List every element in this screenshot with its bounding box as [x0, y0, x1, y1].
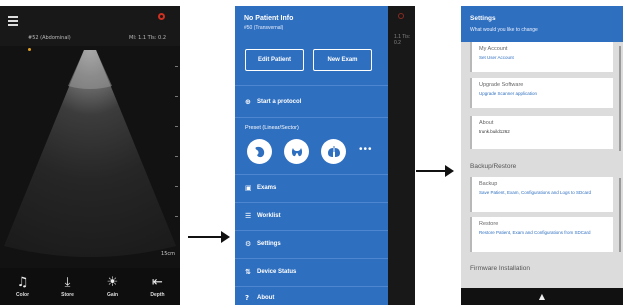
scan-top-bar: #52 (Abdominal) MI: 1.1 TIs: 0.2	[0, 6, 180, 46]
menu-item-label: Exams	[257, 185, 277, 191]
home-icon[interactable]: ▲	[539, 292, 545, 301]
card-title: About	[479, 120, 494, 126]
download-tray-icon: ⤓	[64, 275, 71, 290]
flow-arrow-right	[416, 165, 454, 177]
card-detail: Restore Patient, Exam and Configurations…	[479, 230, 591, 235]
menu-item-worklist[interactable]: ☰ Worklist	[235, 204, 388, 228]
thyroid-icon[interactable]	[284, 139, 309, 164]
gain-label: Gain	[106, 292, 119, 298]
menu-item-label: Device Status	[257, 269, 297, 275]
section-heading-firmware: Firmware Installation	[470, 265, 530, 272]
hamburger-menu-icon[interactable]	[8, 16, 18, 26]
preset-label: Preset (Linear/Sector)	[245, 125, 299, 131]
card-title: My Account	[479, 46, 508, 52]
divider	[235, 174, 388, 175]
color-label: Color	[15, 292, 30, 298]
scan-screen-behind: 1.1 Tis: 0.2	[388, 6, 415, 305]
record-indicator-icon	[158, 13, 165, 20]
color-button[interactable]: ♫ Color	[5, 275, 41, 298]
ultrasound-image[interactable]	[0, 46, 180, 268]
help-icon: ?	[245, 294, 250, 302]
depth-scale	[175, 66, 178, 246]
about-card[interactable]: About trunk.build1262	[470, 116, 613, 149]
scan-controls-bar: ♫ Color ⤓ Store ☀ Gain ⇤ Depth	[0, 268, 180, 305]
patient-title: No Patient Info	[244, 15, 294, 22]
edit-patient-button[interactable]: Edit Patient	[245, 49, 304, 71]
menu-item-about[interactable]: ? About	[235, 286, 388, 305]
sun-icon: ☀	[106, 275, 119, 290]
bell-icon: ♫	[16, 275, 29, 290]
backup-card[interactable]: Backup Save Patient, Exam, Configuration…	[470, 177, 613, 212]
menu-item-settings[interactable]: ⚙ Settings	[235, 232, 388, 256]
flow-arrow-right	[188, 231, 230, 243]
gain-button[interactable]: ☀ Gain	[95, 275, 131, 298]
new-exam-button[interactable]: New Exam	[313, 49, 372, 71]
scan-screen: #52 (Abdominal) MI: 1.1 TIs: 0.2 15cm ♫ …	[0, 6, 180, 305]
scroll-edge	[619, 46, 621, 151]
my-account-card[interactable]: My Account Set User Account	[470, 42, 613, 72]
restore-card[interactable]: Restore Restore Patient, Exam and Config…	[470, 217, 613, 252]
card-detail: Set User Account	[479, 55, 514, 60]
page-title: Settings	[470, 15, 496, 22]
probe-label: #50 (Transvernal)	[244, 25, 284, 31]
behind-readout: 1.1 Tis: 0.2	[394, 34, 411, 46]
start-protocol-item[interactable]: ⊕ Start a protocol	[235, 90, 388, 114]
depth-icon: ⇤	[152, 275, 163, 290]
store-label: Store	[61, 292, 74, 298]
card-detail: Save Patient, Exam, Configurations and L…	[479, 190, 592, 195]
protocol-icon: ⊕	[245, 98, 251, 106]
more-presets-button[interactable]: •••	[359, 145, 373, 155]
depth-readout: 15cm	[161, 251, 175, 257]
start-protocol-label: Start a protocol	[257, 99, 302, 105]
device-status-icon: ⇅	[245, 268, 251, 276]
menu-item-exams[interactable]: ▣ Exams	[235, 176, 388, 200]
side-menu-screen: 1.1 Tis: 0.2 No Patient Info #50 (Transv…	[235, 6, 415, 305]
divider	[235, 117, 388, 118]
depth-button[interactable]: ⇤ Depth	[140, 275, 176, 298]
scroll-edge	[619, 178, 621, 252]
android-nav-bar: ▲	[461, 288, 623, 305]
card-detail: Upgrade Scanner application	[479, 91, 538, 96]
settings-header: Settings What would you like to change	[461, 6, 623, 42]
menu-item-device-status[interactable]: ⇅ Device Status	[235, 260, 388, 284]
card-title: Backup	[479, 181, 498, 187]
menu-item-label: About	[257, 295, 275, 301]
mi-tis-readout: MI: 1.1 TIs: 0.2	[129, 35, 166, 41]
section-heading-backup: Backup/Restore	[470, 163, 517, 170]
upgrade-software-card[interactable]: Upgrade Software Upgrade Scanner applica…	[470, 78, 613, 108]
divider	[235, 258, 388, 259]
list-icon: ☰	[245, 212, 252, 220]
page-subtitle: What would you like to change	[470, 27, 538, 33]
settings-screen: Settings What would you like to change M…	[461, 6, 623, 305]
store-button[interactable]: ⤓ Store	[50, 275, 86, 298]
divider	[235, 230, 388, 231]
divider	[235, 85, 388, 86]
depth-label: Depth	[150, 292, 165, 298]
gear-icon: ⚙	[245, 240, 252, 248]
menu-item-label: Settings	[257, 241, 281, 247]
record-indicator-icon	[398, 13, 404, 19]
card-title: Upgrade Software	[479, 82, 524, 88]
menu-item-label: Worklist	[257, 213, 281, 219]
build-version: trunk.build1262	[479, 129, 510, 134]
kidney-icon[interactable]	[247, 139, 272, 164]
navigation-drawer: No Patient Info #50 (Transvernal) Edit P…	[235, 6, 388, 305]
folder-icon: ▣	[245, 184, 252, 192]
lungs-icon[interactable]	[321, 139, 346, 164]
probe-label: #52 (Abdominal)	[28, 35, 71, 41]
divider	[235, 202, 388, 203]
card-title: Restore	[479, 221, 499, 227]
